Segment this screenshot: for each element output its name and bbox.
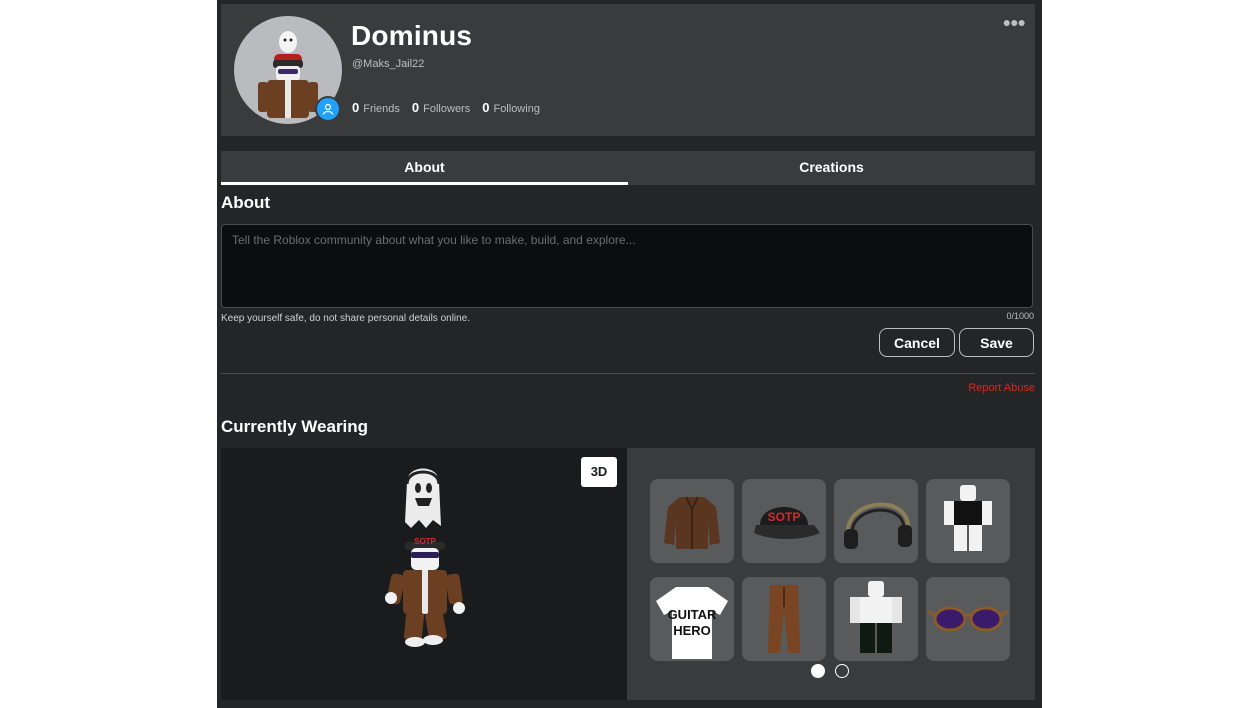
char-counter: 0/1000 [1006, 311, 1034, 321]
profile-header: Dominus @Maks_Jail22 0 Friends 0 Followers… [221, 4, 1035, 136]
3d-toggle-button[interactable]: 3D [581, 457, 617, 487]
tshirt-icon: GUITAR HERO [656, 587, 728, 659]
profile-tabs: About Creations [221, 151, 1035, 185]
item-brown-pants[interactable] [742, 577, 826, 661]
about-input[interactable] [222, 225, 1032, 307]
item-white-character[interactable] [834, 577, 918, 661]
tshirt-line-2: HERO [673, 623, 711, 638]
divider [221, 373, 1035, 374]
cap-icon: SOTP [754, 507, 820, 539]
friends-count: 0 [352, 100, 360, 115]
wearing-items-panel: SOTP GUITAR HERO [627, 448, 1035, 700]
item-headphones[interactable] [834, 479, 918, 563]
cancel-button[interactable]: Cancel [879, 328, 955, 357]
pants-icon [768, 585, 800, 653]
about-field [221, 224, 1033, 308]
tab-about[interactable]: About [221, 151, 628, 185]
character-icon [944, 485, 992, 551]
page-dot-2[interactable] [835, 664, 849, 678]
sunglasses-icon [927, 606, 1009, 632]
username: @Maks_Jail22 [352, 58, 425, 70]
friends-label: Friends [363, 103, 400, 115]
jacket-icon [664, 496, 720, 549]
avatar-viewer[interactable]: SOTP 3D [221, 448, 627, 700]
avatar-figure: SOTP [385, 468, 465, 647]
item-guitar-hero-tshirt[interactable]: GUITAR HERO [650, 577, 734, 661]
display-name: Dominus [351, 20, 473, 51]
following-stat[interactable]: 0 Following [482, 100, 540, 115]
headphones-icon [844, 502, 912, 549]
save-button[interactable]: Save [959, 328, 1034, 357]
ellipsis-icon[interactable]: ●●● [1003, 14, 1026, 30]
item-brown-jacket[interactable] [650, 479, 734, 563]
followers-stat[interactable]: 0 Followers [412, 100, 470, 115]
tab-creations[interactable]: Creations [628, 151, 1035, 185]
profile-page: Dominus @Maks_Jail22 0 Friends 0 Followers… [217, 0, 1042, 708]
item-black-cap[interactable]: SOTP [742, 479, 826, 563]
item-black-shirt-character[interactable] [926, 479, 1010, 563]
following-count: 0 [482, 100, 490, 115]
followers-label: Followers [423, 103, 471, 115]
cap-text: SOTP [414, 537, 436, 546]
followers-count: 0 [411, 100, 420, 115]
pagination-dots [811, 664, 849, 678]
profile-stats: 0 Friends 0 Followers 0 Following [352, 100, 540, 115]
about-title: About [221, 193, 271, 212]
item-purple-sunglasses[interactable] [926, 577, 1010, 661]
safety-hint: Keep yourself safe, do not share persona… [221, 313, 471, 324]
report-abuse-link[interactable]: Report Abuse [968, 382, 1035, 394]
cap-label: SOTP [768, 510, 801, 524]
page-dot-1[interactable] [811, 664, 825, 678]
following-label: Following [493, 103, 540, 115]
currently-wearing-title: Currently Wearing [221, 417, 369, 436]
character-icon [850, 581, 902, 653]
friends-stat[interactable]: 0 Friends [352, 100, 400, 115]
presence-icon [315, 96, 341, 122]
tshirt-line-1: GUITAR [668, 607, 717, 622]
